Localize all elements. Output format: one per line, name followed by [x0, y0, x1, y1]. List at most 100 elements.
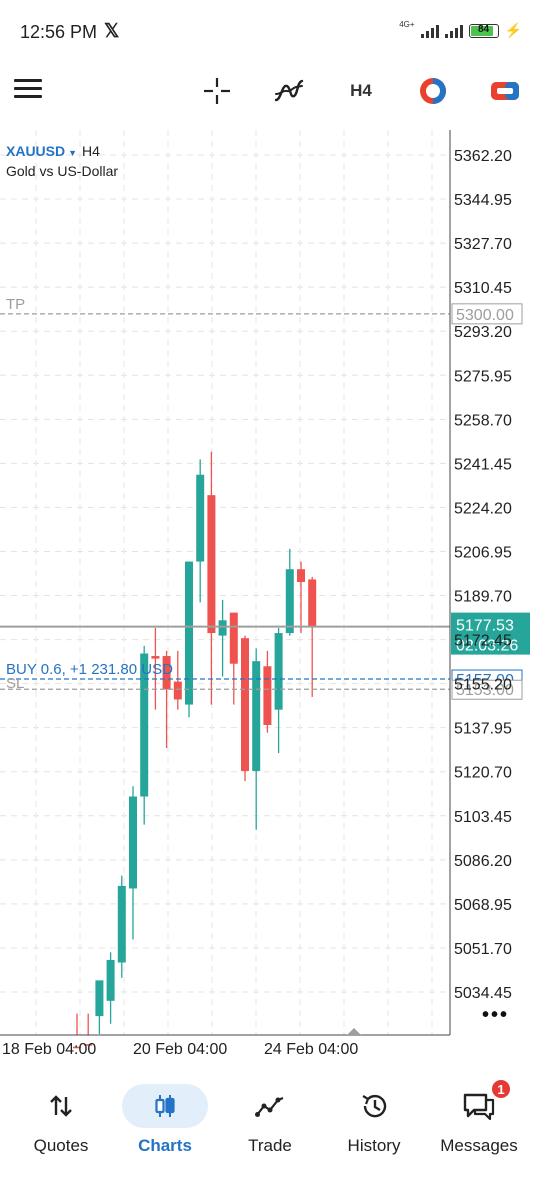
battery-icon: 84	[468, 23, 499, 38]
bottom-navigation: Quotes Charts Trade History 1 Messages	[0, 1070, 540, 1200]
candle	[274, 627, 283, 754]
one-click-trading-icon[interactable]	[416, 74, 450, 108]
x-tick-label: 24 Feb 04:00	[264, 1041, 358, 1058]
y-tick-label: 5120.70	[454, 765, 512, 782]
nav-history-label: History	[347, 1136, 401, 1155]
candle	[196, 459, 205, 603]
candle	[173, 650, 182, 710]
y-tick-label: 5155.20	[454, 677, 512, 694]
status-indicators: 4G+ 84 ⚡	[399, 20, 522, 39]
symbol-timeframe: H4	[82, 143, 100, 159]
y-tick-label: 5051.70	[454, 941, 512, 958]
candle	[207, 451, 216, 705]
charging-icon: ⚡	[504, 22, 522, 38]
y-tick-label: 5172.45	[454, 633, 512, 650]
candle-body	[117, 885, 126, 963]
sl-label: SL	[6, 675, 24, 692]
y-tick-label: 5086.20	[454, 853, 512, 870]
trade-toggle-icon[interactable]	[488, 74, 522, 108]
y-tick-label: 5310.45	[454, 280, 512, 297]
nav-history[interactable]: History	[320, 1084, 428, 1174]
history-icon	[331, 1084, 417, 1128]
chart-symbol[interactable]: XAUUSD ▼ H4	[6, 143, 100, 159]
candle	[263, 650, 272, 733]
candle	[252, 648, 261, 830]
current-bar-marker	[347, 1028, 361, 1035]
y-tick-label: 5241.45	[454, 456, 512, 473]
candle-body	[274, 633, 283, 710]
symbol-name[interactable]: XAUUSD	[6, 143, 65, 159]
candle-body	[308, 579, 317, 627]
x-logo-icon: 𝕏	[104, 21, 120, 42]
y-tick-label: 5068.95	[454, 897, 512, 914]
tp-price-label: 5300.00	[456, 307, 514, 324]
nav-quotes[interactable]: Quotes	[7, 1084, 115, 1174]
timeframe-button[interactable]: H4	[344, 74, 378, 108]
candle	[285, 548, 294, 636]
candle-body	[252, 661, 261, 771]
y-tick-label: 5224.20	[454, 500, 512, 517]
messages-icon: 1	[436, 1078, 522, 1128]
x-tick-label: 18 Feb 04:00	[2, 1041, 96, 1058]
chart-toolbar: H4	[0, 62, 540, 120]
nav-trade-label: Trade	[248, 1136, 292, 1155]
candle-body	[241, 638, 249, 771]
messages-badge: 1	[490, 1078, 512, 1100]
charts-icon	[122, 1084, 208, 1128]
x-tick-label: 20 Feb 04:00	[133, 1041, 227, 1058]
status-bar: 12:56 PM 𝕏 4G+ 84 ⚡	[0, 0, 540, 62]
y-tick-label: 5034.45	[454, 985, 512, 1002]
candle-body	[95, 980, 104, 1017]
candle	[129, 786, 137, 940]
y-tick-label: 5275.95	[454, 368, 512, 385]
menu-icon[interactable]	[14, 79, 42, 101]
position-label: BUY 0.6, +1 231.80 USD	[6, 661, 173, 678]
status-time: 12:56 PM	[20, 22, 98, 42]
candle	[241, 635, 249, 782]
candle	[117, 875, 126, 978]
candle-body	[297, 569, 305, 582]
candle-body	[229, 612, 238, 664]
network-type: 4G+	[399, 20, 415, 29]
nav-charts[interactable]: Charts	[111, 1084, 219, 1174]
nav-trade[interactable]: Trade	[216, 1084, 324, 1174]
y-tick-label: 5362.20	[454, 148, 512, 165]
candle	[297, 561, 305, 634]
candle-body	[106, 959, 115, 1001]
tp-label: TP	[6, 296, 25, 313]
nav-charts-label: Charts	[138, 1136, 192, 1155]
indicators-icon[interactable]	[272, 74, 306, 108]
candle-body	[129, 796, 137, 889]
crosshair-icon[interactable]	[200, 74, 234, 108]
symbol-caret-icon[interactable]: ▼	[68, 148, 77, 158]
nav-messages-label: Messages	[440, 1136, 518, 1155]
price-chart[interactable]: TP5300.005177.5302:03:26BUY 0.6, +1 231.…	[0, 130, 540, 1060]
candle	[106, 952, 115, 1024]
signal-icon-2	[444, 24, 463, 38]
y-tick-label: 5258.70	[454, 412, 512, 429]
trade-icon	[227, 1084, 313, 1128]
candle-body	[207, 495, 216, 634]
candle	[218, 599, 227, 677]
y-tick-label: 5293.20	[454, 324, 512, 341]
quotes-icon	[18, 1084, 104, 1128]
candle-body	[285, 569, 294, 634]
candle-body	[185, 561, 193, 705]
more-options-icon[interactable]: •••	[482, 1004, 509, 1027]
y-tick-label: 5137.95	[454, 721, 512, 738]
candle	[185, 561, 193, 718]
nav-quotes-label: Quotes	[33, 1136, 89, 1155]
candle-body	[151, 656, 160, 659]
y-tick-label: 5327.70	[454, 236, 512, 253]
nav-messages[interactable]: 1 Messages	[425, 1078, 533, 1174]
candle-body	[263, 666, 272, 726]
y-tick-label: 5103.45	[454, 809, 512, 826]
candle-body	[196, 474, 205, 562]
symbol-description: Gold vs US-Dollar	[6, 163, 119, 179]
y-tick-label: 5189.70	[454, 589, 512, 606]
candle	[95, 980, 104, 1035]
candle-body	[218, 620, 227, 636]
signal-icon	[420, 24, 439, 38]
battery-level: 84	[478, 23, 490, 35]
y-tick-label: 5206.95	[454, 544, 512, 561]
